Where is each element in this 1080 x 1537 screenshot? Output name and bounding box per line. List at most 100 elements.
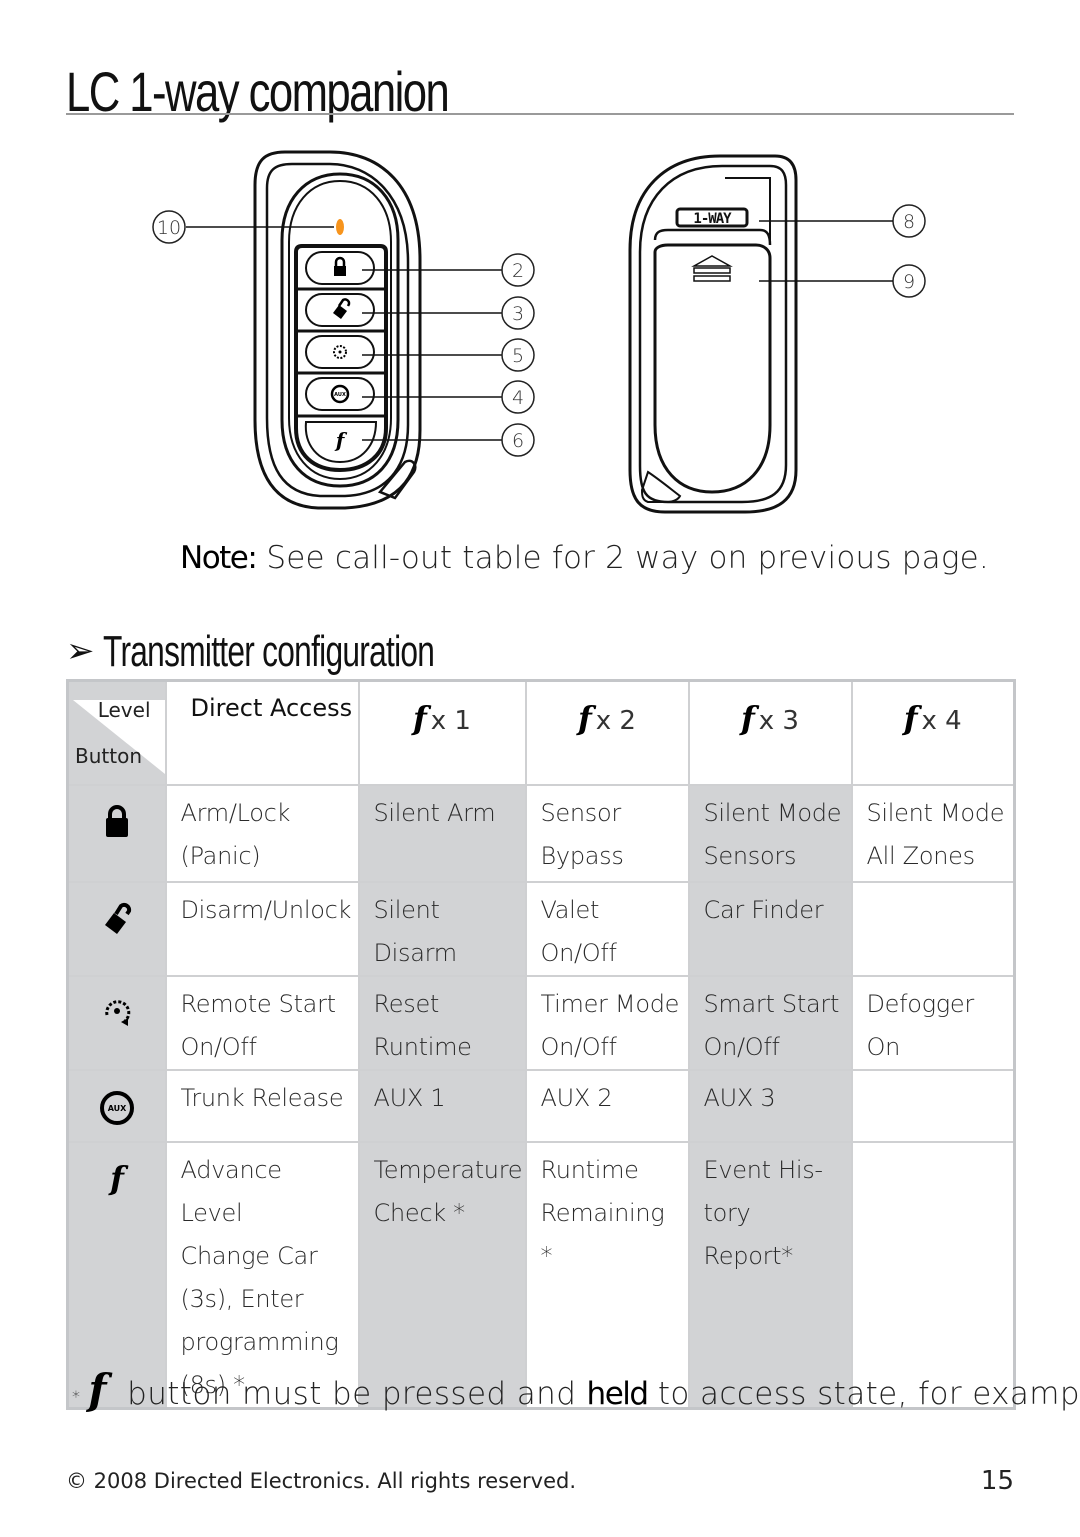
button-cell xyxy=(66,784,167,883)
column-header-f1: fx 1 xyxy=(357,679,527,786)
transmitter-config-table: Level Button Direct Access fx 1 fx 2 fx … xyxy=(66,679,1016,1410)
table-row: Remote Start On/Off Reset Runtime Timer Mode… xyxy=(66,975,1016,1071)
svg-text:AUX: AUX xyxy=(107,1104,126,1113)
cell-text: AUX 3 xyxy=(703,1084,776,1112)
function-icon: f xyxy=(105,1159,129,1203)
table-row: AUX Trunk Release AUX 1 AUX 2 AUX 3 xyxy=(66,1069,1016,1143)
callout-6: 6 xyxy=(512,430,524,452)
callout-9: 9 xyxy=(903,271,915,293)
cell-text: AUX 1 xyxy=(373,1084,446,1112)
one-way-badge-text: 1-WAY xyxy=(693,211,732,227)
svg-text:AUX: AUX xyxy=(334,392,346,398)
table-cell: Reset Runtime xyxy=(357,975,527,1071)
corner-header: Level Button xyxy=(66,679,167,786)
cell-text xyxy=(853,1071,1014,1077)
callout-5: 5 xyxy=(512,345,524,367)
cell-text: Silent Disarm xyxy=(373,896,458,967)
table-row: Disarm/Unlock Silent Disarm Valet On/Off Car… xyxy=(66,881,1016,977)
function-icon: f xyxy=(88,1365,107,1414)
footnote: * f button must be pressed and held to ac… xyxy=(72,1365,1080,1414)
remote-figure: AUX f 10 2 3 5 4 6 8 9 1-WAY xyxy=(152,150,926,514)
led-indicator xyxy=(336,219,344,235)
unlock-icon xyxy=(102,902,132,943)
table-cell: AUX 2 xyxy=(524,1069,690,1143)
column-header-f4: fx 4 xyxy=(850,679,1016,786)
cell-text: Trunk Release xyxy=(180,1084,344,1112)
corner-level-label: Level xyxy=(97,698,151,722)
table-cell: Silent Arm xyxy=(357,784,527,883)
table-cell: Trunk Release xyxy=(164,1069,360,1143)
table-cell: AUX 3 xyxy=(687,1069,853,1143)
cell-text: Sensor Bypass xyxy=(540,799,624,870)
callout-markers xyxy=(152,204,926,457)
callout-4: 4 xyxy=(512,387,524,409)
aux-icon: AUX xyxy=(98,1091,136,1133)
cell-text: Car Finder xyxy=(703,896,824,924)
table-cell xyxy=(850,1069,1016,1143)
section-heading: ➢ Transmitter configuration xyxy=(66,626,563,677)
cell-text: Remote Start On/Off xyxy=(180,990,337,1061)
column-header-f3: fx 3 xyxy=(687,679,853,786)
cell-text: Event His-tory Report* xyxy=(703,1156,824,1270)
remote-unlock-icon xyxy=(333,298,351,319)
note-text: Note: See call-out table for 2 way on pr… xyxy=(180,536,989,580)
button-cell xyxy=(66,881,167,977)
function-icon: f xyxy=(578,699,592,737)
copyright: © 2008 Directed Electronics. All rights … xyxy=(66,1469,577,1493)
remote-lock-icon xyxy=(334,256,346,276)
table-row: Arm/Lock (Panic) Silent Arm Sensor Bypass Sil… xyxy=(66,784,1016,883)
cell-text: AUX 2 xyxy=(540,1084,613,1112)
corner-button-label: Button xyxy=(75,744,142,768)
cell-text: Silent Arm xyxy=(373,799,496,827)
note-label: Note: xyxy=(180,540,258,576)
function-icon: f xyxy=(413,699,427,737)
cell-text: Defogger On xyxy=(866,990,975,1061)
footnote-emphasis: held xyxy=(586,1376,650,1412)
cell-text: Runtime Remaining * xyxy=(540,1156,665,1270)
function-icon: f xyxy=(741,699,755,737)
table-cell: Defogger On xyxy=(850,975,1016,1071)
cell-text xyxy=(853,883,1014,889)
callout-3: 3 xyxy=(512,303,524,325)
table-cell: Arm/Lock (Panic) xyxy=(164,784,360,883)
button-cell xyxy=(66,975,167,1071)
remote-function-icon: f xyxy=(334,428,348,452)
table-cell: Smart Start On/Off xyxy=(687,975,853,1071)
callout-2: 2 xyxy=(512,260,524,282)
table-cell: Car Finder xyxy=(687,881,853,977)
battery-door-arrow-icon xyxy=(691,255,733,282)
table-cell: Silent Disarm xyxy=(357,881,527,977)
function-icon: f xyxy=(903,699,918,737)
table-cell: Remote Start On/Off xyxy=(164,975,360,1071)
remote-aux-icon: AUX xyxy=(330,384,350,404)
table-cell: Timer Mode On/Off xyxy=(524,975,690,1071)
column-header-f2: fx 2 xyxy=(524,679,690,786)
callout-10: 10 xyxy=(157,217,181,239)
callout-8: 8 xyxy=(903,211,915,233)
remote-start-icon xyxy=(333,345,347,359)
table-cell xyxy=(850,881,1016,977)
cell-text: Arm/Lock (Panic) xyxy=(180,799,291,870)
cell-text: Timer Mode On/Off xyxy=(540,990,680,1061)
cell-text: Reset Runtime xyxy=(373,990,472,1061)
table-cell: Silent Mode Sensors xyxy=(687,784,853,883)
arrow-bullet-icon: ➢ xyxy=(66,631,95,671)
table-cell: Valet On/Off xyxy=(524,881,690,977)
table-cell: AUX 1 xyxy=(357,1069,527,1143)
cell-text: Disarm/Unlock xyxy=(180,896,352,924)
cell-text: Smart Start On/Off xyxy=(703,990,840,1061)
cell-text: Valet On/Off xyxy=(540,896,617,967)
table-header-row: Level Button Direct Access fx 1 fx 2 fx … xyxy=(66,679,1016,786)
section-heading-text: Transmitter configuration xyxy=(102,627,435,676)
table-cell: Disarm/Unlock xyxy=(164,881,360,977)
button-cell: AUX xyxy=(66,1069,167,1143)
note-body: See call-out table for 2 way on previous… xyxy=(256,540,989,576)
column-header-direct-access: Direct Access xyxy=(164,679,360,786)
svg-text:f: f xyxy=(108,1161,129,1197)
cell-text: Silent Mode All Zones xyxy=(866,799,1005,870)
footnote-star: * xyxy=(72,1387,81,1406)
cell-text xyxy=(853,1143,1014,1149)
page-number: 15 xyxy=(980,1466,1014,1496)
cell-text: Silent Mode Sensors xyxy=(703,799,842,870)
front-remote xyxy=(253,150,422,510)
